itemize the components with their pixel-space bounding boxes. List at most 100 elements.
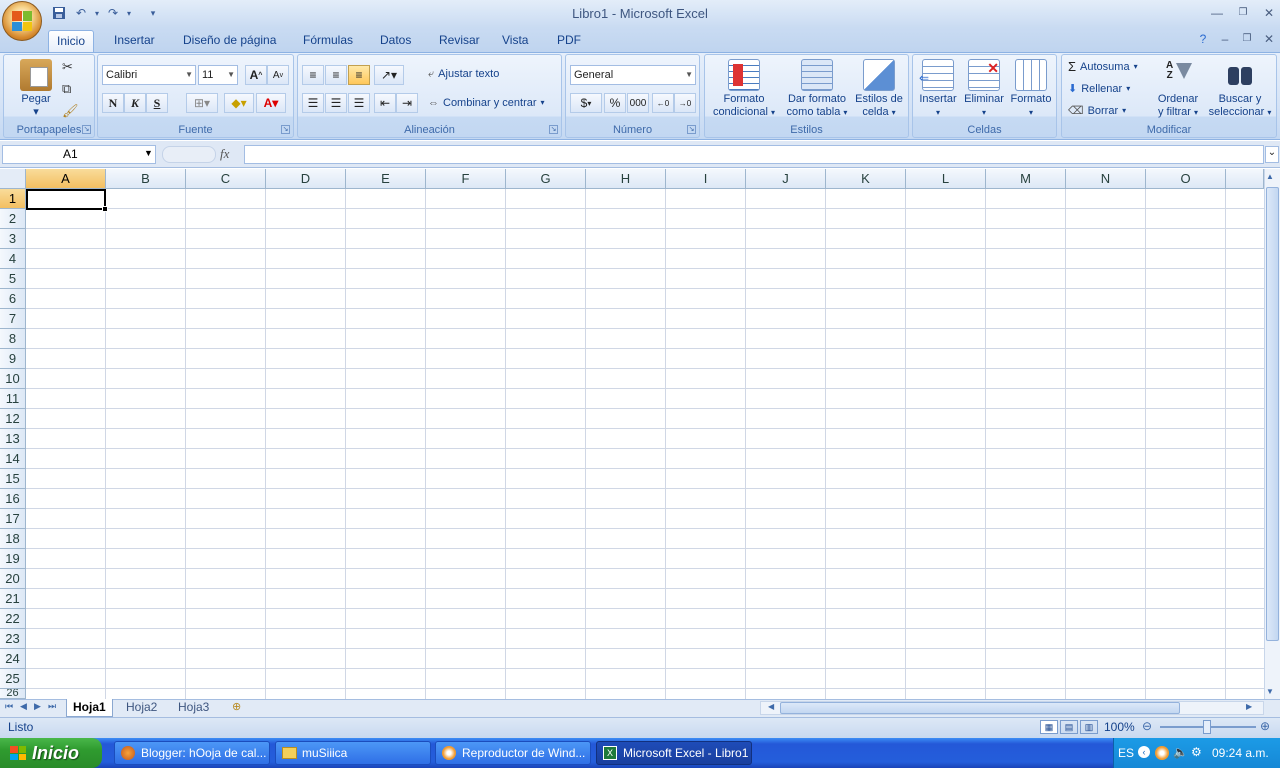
active-cell[interactable] [26,189,106,210]
sort-filter-button[interactable]: AZ Ordenar y filtrar ▾ [1150,59,1206,119]
tray-media-icon[interactable] [1155,746,1169,760]
sheet-tab-hoja3[interactable]: Hoja3 [172,699,215,717]
orientation-icon[interactable]: ↗▾ [374,65,404,85]
column-header[interactable]: E [346,169,426,189]
language-indicator[interactable]: ES [1118,746,1134,760]
wrap-text-button[interactable]: ⤶ Ajustar texto [428,64,499,84]
doc-close-icon[interactable]: ✕ [1258,30,1280,48]
align-top-icon[interactable]: ≡ [302,65,324,85]
borders-icon[interactable]: ⊞▾ [186,93,218,113]
column-header[interactable] [1226,169,1264,189]
column-header[interactable]: O [1146,169,1226,189]
column-header[interactable]: K [826,169,906,189]
row-header[interactable]: 3 [0,229,26,249]
vertical-scroll-thumb[interactable] [1266,187,1279,641]
column-header[interactable]: J [746,169,826,189]
row-header[interactable]: 26 [0,689,26,699]
tray-expand-icon[interactable]: ‹ [1138,746,1150,758]
scroll-right-icon[interactable]: ▶ [1246,702,1252,711]
name-box[interactable]: A1 [2,145,156,164]
tab-revisar[interactable]: Revisar [431,30,488,52]
fill-color-icon[interactable]: ◆▾ [224,93,254,113]
row-header[interactable]: 14 [0,449,26,469]
column-header[interactable]: L [906,169,986,189]
fill-handle[interactable] [102,206,108,212]
close-icon[interactable]: ✕ [1258,4,1280,22]
row-header[interactable]: 13 [0,429,26,449]
merge-center-button[interactable]: ⇔ Combinar y centrar ▾ [428,93,545,113]
prev-sheet-icon[interactable]: ◀ [20,701,27,712]
row-header[interactable]: 24 [0,649,26,669]
minimize-icon[interactable]: — [1206,4,1228,22]
row-header[interactable]: 11 [0,389,26,409]
row-header[interactable]: 21 [0,589,26,609]
row-header[interactable]: 4 [0,249,26,269]
zoom-out-icon[interactable]: ⊖ [1142,719,1152,733]
fill-button[interactable]: ⬇ Rellenar ▾ [1068,79,1130,99]
help-icon[interactable]: ? [1192,30,1214,48]
column-header[interactable]: F [426,169,506,189]
format-as-table-button[interactable]: Dar formato como tabla ▾ [783,59,851,119]
underline-button[interactable]: S [146,93,168,113]
dialog-launcher-icon[interactable]: ↘ [549,125,558,134]
scroll-down-icon[interactable]: ▼ [1266,687,1274,696]
conditional-format-button[interactable]: Formato condicional ▾ [709,59,779,119]
percent-button[interactable]: % [604,93,626,113]
font-size-select[interactable]: 11 ▼ [198,65,238,85]
taskbar-item-firefox[interactable]: Blogger: hOoja de cal... [114,741,270,765]
tab-vista[interactable]: Vista [494,30,536,52]
dialog-launcher-icon[interactable]: ↘ [687,125,696,134]
cut-icon[interactable]: ✂ [62,59,73,75]
row-header[interactable]: 25 [0,669,26,689]
increase-indent-icon[interactable]: ⇥ [396,93,418,113]
format-cells-button[interactable]: Formato ▾ [1007,59,1055,119]
doc-restore-icon[interactable]: ❐ [1236,30,1258,48]
delete-cells-button[interactable]: ✕ Eliminar ▾ [961,59,1007,119]
row-header[interactable]: 9 [0,349,26,369]
formula-input[interactable] [244,145,1264,164]
insert-cells-button[interactable]: ⇐ Insertar ▾ [915,59,961,119]
row-header[interactable]: 22 [0,609,26,629]
column-header[interactable]: N [1066,169,1146,189]
fx-icon[interactable]: fx [220,146,229,162]
first-sheet-icon[interactable]: ⏮ [5,701,13,712]
row-header[interactable]: 8 [0,329,26,349]
align-bottom-icon[interactable]: ≡ [348,65,370,85]
expand-formula-icon[interactable]: ⌄ [1265,146,1279,163]
horizontal-scroll-thumb[interactable] [780,702,1180,714]
taskbar-item-excel[interactable]: X Microsoft Excel - Libro1 [596,741,752,765]
row-header[interactable]: 10 [0,369,26,389]
next-sheet-icon[interactable]: ▶ [34,701,41,712]
row-header[interactable]: 6 [0,289,26,309]
decrease-decimal-icon[interactable]: →0 [674,93,696,113]
align-middle-icon[interactable]: ≡ [325,65,347,85]
insert-sheet-icon[interactable]: ⊕ [226,699,247,717]
cell-styles-button[interactable]: Estilos de celda ▾ [851,59,907,119]
copy-icon[interactable]: ⧉ [62,81,71,97]
row-header[interactable]: 19 [0,549,26,569]
office-button[interactable] [2,1,42,41]
row-header[interactable]: 1 [0,189,26,209]
select-all-corner[interactable] [0,169,26,189]
currency-button[interactable]: $ ▾ [570,93,602,113]
row-header[interactable]: 23 [0,629,26,649]
column-header[interactable]: H [586,169,666,189]
dialog-launcher-icon[interactable]: ↘ [82,125,91,134]
row-header[interactable]: 17 [0,509,26,529]
tab-datos[interactable]: Datos [372,30,419,52]
row-header[interactable]: 16 [0,489,26,509]
thousands-button[interactable]: 000 [627,93,649,113]
paste-button[interactable]: Pegar ▾ [14,59,58,119]
number-format-select[interactable]: General ▼ [570,65,696,85]
row-header[interactable]: 12 [0,409,26,429]
sheet-tab-hoja2[interactable]: Hoja2 [120,699,163,717]
start-button[interactable]: Inicio [0,738,102,768]
align-center-icon[interactable]: ☰ [325,93,347,113]
sheet-tab-hoja1[interactable]: Hoja1 [66,699,113,717]
clear-button[interactable]: ⌫ Borrar ▾ [1068,101,1126,121]
zoom-slider-thumb[interactable] [1203,720,1211,734]
dialog-launcher-icon[interactable]: ↘ [281,125,290,134]
cell-grid[interactable] [26,189,1264,699]
decrease-indent-icon[interactable]: ⇤ [374,93,396,113]
last-sheet-icon[interactable]: ⏭ [48,701,56,712]
